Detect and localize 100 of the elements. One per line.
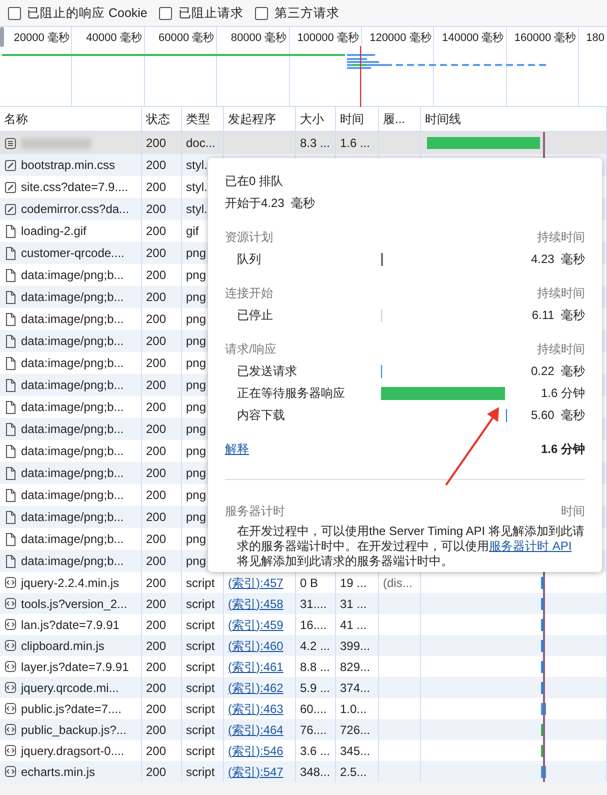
table-cell-text: 0 B: [300, 574, 318, 592]
tick-label: 60000 毫秒: [158, 32, 214, 44]
table-cell-text: 19 ...: [340, 574, 367, 592]
table-cell-text: png: [186, 399, 206, 416]
tick-label: 120000 毫秒: [370, 32, 432, 44]
column-label: 时间: [561, 503, 585, 520]
section-title: 连接开始: [225, 285, 273, 302]
table-cell-text: 200: [146, 638, 166, 654]
table-cell-text: doc...: [186, 135, 216, 152]
table-cell-text: 374...: [340, 680, 370, 696]
timing-label: 队列: [236, 251, 262, 268]
total-time: 1.6 分钟: [540, 441, 585, 458]
table-cell-text: 5.9 ...: [300, 680, 330, 696]
table-cell-text: 2.5...: [340, 764, 367, 780]
table-cell-text: 200: [146, 742, 166, 760]
table-cell-text: 200: [146, 355, 166, 372]
table-cell-text: png: [186, 311, 206, 328]
table-cell-text: png: [186, 465, 206, 482]
section-title: 资源计划: [225, 229, 273, 246]
table-cell-text: 200: [146, 680, 166, 696]
column-label: 持续时间: [537, 285, 585, 302]
table-cell-text: 200: [146, 487, 166, 504]
table-cell-text: script: [186, 596, 215, 612]
server-timing-note: 在开发过程中，可以使用the Server Timing API 将见解添加到此请求的服务器端计时中。在开发过程中，可以使用服务器计时 API 将见解添加到此请求的服务器端计时中。: [236, 524, 585, 569]
table-cell-text: 200: [146, 201, 166, 218]
timing-value: 5.60 毫秒: [530, 407, 585, 424]
table-cell-text: png: [186, 509, 206, 526]
table-cell-text: png: [186, 267, 206, 284]
table-cell-text: 4.2 ...: [300, 638, 330, 654]
table-cell-text: 60....: [300, 700, 327, 718]
table-cell-text: script: [186, 700, 215, 718]
table-cell-text: 200: [146, 616, 166, 634]
table-cell-text: 200: [146, 267, 166, 284]
column-label: 持续时间: [537, 229, 585, 246]
tick-label: 20000 毫秒: [14, 32, 70, 44]
timing-label: 已发送请求: [236, 363, 298, 380]
filter-label: 已阻止请求: [178, 4, 244, 22]
table-cell-text: 200: [146, 443, 166, 460]
table-cell-text: 8.3 ...: [300, 135, 330, 152]
table-cell-text: 76....: [300, 722, 327, 738]
filter-label: 第三方请求: [274, 4, 340, 22]
tick-label: 140000 毫秒: [442, 32, 504, 44]
table-cell-text: 200: [146, 421, 166, 438]
table-cell-text: 16....: [300, 616, 327, 634]
tick-label: 80000 毫秒: [230, 32, 287, 44]
table-cell-text: 200: [146, 465, 166, 482]
table-cell-text: (dis...: [383, 574, 412, 592]
table-cell-text: 200: [146, 289, 166, 306]
table-cell-text: styl.: [186, 201, 208, 218]
table-cell-text: script: [186, 764, 215, 780]
section-title: 服务器计时: [225, 503, 285, 520]
filter-label: 已阻止的响应 Cookie: [27, 4, 148, 22]
timing-value: 0.22 毫秒: [530, 363, 585, 380]
table-cell-text: 200: [146, 399, 166, 416]
table-cell-text: script: [186, 722, 215, 738]
timing-value: 4.23 毫秒: [530, 251, 585, 268]
section-title: 请求/响应: [225, 341, 276, 358]
table-cell-text: styl.: [186, 157, 208, 174]
queue-info: 已在0 排队: [225, 173, 284, 190]
timing-label: 已停止: [236, 307, 274, 324]
table-cell-text: 1.6 ...: [340, 135, 370, 152]
table-cell-text: 200: [146, 223, 166, 240]
table-cell-text: 200: [146, 333, 166, 350]
tick-label: 40000 毫秒: [86, 32, 142, 44]
table-cell-text: 345...: [340, 742, 370, 760]
table-cell-text: 200: [146, 311, 166, 328]
table-cell-text: script: [186, 638, 215, 654]
table-cell-text: 200: [146, 553, 166, 570]
table-cell-text: png: [186, 443, 206, 460]
table-cell-text: 8.8 ...: [300, 658, 330, 676]
table-cell-text: 200: [146, 658, 166, 676]
table-cell-text: script: [186, 616, 215, 634]
table-cell-text: gif: [186, 223, 199, 240]
table-cell-text: 200: [146, 245, 166, 262]
table-cell-text: 1.0...: [340, 700, 367, 718]
start-info: 开始于4.23 毫秒: [225, 195, 316, 212]
table-cell-text: png: [186, 487, 206, 504]
table-cell-text: 200: [146, 722, 166, 738]
table-cell-text: png: [186, 245, 206, 262]
timing-value: 6.11 毫秒: [532, 307, 585, 324]
table-cell-text: styl.: [186, 179, 208, 196]
table-cell-text: 200: [146, 135, 166, 152]
timing-label: 内容下载: [236, 407, 286, 424]
table-cell-text: 3.6 ...: [300, 742, 330, 760]
table-cell-text: 31....: [300, 596, 327, 612]
table-cell-text: 348...: [300, 764, 330, 780]
table-cell-text: 31 ...: [340, 596, 367, 612]
table-cell-text: png: [186, 553, 206, 570]
table-cell-text: 200: [146, 509, 166, 526]
column-label: 持续时间: [537, 341, 585, 358]
table-cell-text: script: [186, 574, 215, 592]
tick-label: 160000 毫秒: [514, 32, 576, 44]
table-cell-text: 829...: [340, 658, 370, 676]
table-cell-text: 200: [146, 179, 166, 196]
table-cell-text: 399...: [340, 638, 370, 654]
table-cell-text: 200: [146, 377, 166, 394]
table-cell-text: png: [186, 289, 206, 306]
tick-label: 180: [586, 32, 604, 44]
table-cell-text: png: [186, 531, 206, 548]
table-cell-text: script: [186, 742, 215, 760]
